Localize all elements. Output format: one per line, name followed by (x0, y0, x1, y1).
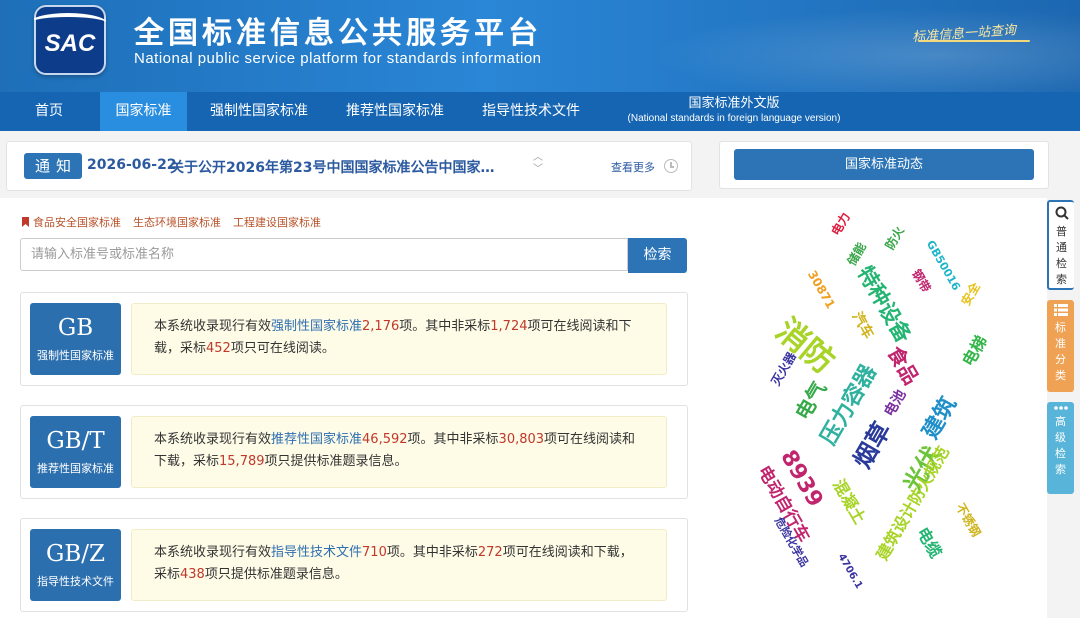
card-type-label: 指导性技术文件 (37, 575, 114, 588)
side-tab-classification[interactable]: 标准分类 (1047, 300, 1074, 392)
keyword[interactable]: 食品 (882, 340, 927, 389)
nav-recommended-standards[interactable]: 推荐性国家标准 (333, 92, 457, 131)
keyword[interactable]: 钢带 (908, 266, 935, 295)
desc-count: 1,724 (490, 319, 528, 334)
desc-text: 项。其中非采标 (386, 545, 478, 560)
logo-text: SAC (44, 30, 96, 57)
desc-type-link[interactable]: 强制性国家标准 (271, 319, 362, 334)
search-button[interactable]: 检索 (628, 238, 687, 273)
card-badge[interactable]: GB/Z 指导性技术文件 (30, 529, 121, 601)
main-nav: 首页 国家标准 强制性国家标准 推荐性国家标准 指导性技术文件 国家标准外文版 … (0, 92, 1080, 131)
standard-card-gb[interactable]: GB 强制性国家标准 本系统收录现行有效强制性国家标准2,176项。其中非采标1… (20, 292, 688, 386)
link-food-safety[interactable]: 食品安全国家标准 (33, 216, 121, 229)
desc-count: 272 (477, 545, 503, 560)
desc-count: 15,789 (219, 454, 265, 469)
nav-national-standards[interactable]: 国家标准 (100, 92, 187, 131)
notice-date[interactable]: 2026-06-22 (87, 157, 177, 173)
desc-total: 46,592 (362, 432, 408, 447)
keyword[interactable]: 电力 (827, 209, 854, 238)
site-header: SAC 全国标准信息公共服务平台 National public service… (0, 0, 1080, 92)
keyword[interactable]: 混凝土 (828, 474, 873, 528)
card-description: 本系统收录现行有效指导性技术文件710项。其中非采标272项可在线阅读和下载，采… (131, 529, 667, 601)
standard-card-gbt[interactable]: GB/T 推荐性国家标准 本系统收录现行有效推荐性国家标准46,592项。其中非… (20, 405, 688, 499)
national-standard-news-button[interactable]: 国家标准动态 (734, 149, 1034, 180)
search-input[interactable] (21, 239, 621, 270)
desc-count: 438 (180, 567, 205, 582)
desc-text: 项只提供标准题录信息。 (264, 454, 408, 469)
desc-type-link[interactable]: 指导性技术文件 (271, 545, 362, 560)
card-code: GB/T (46, 428, 105, 454)
desc-count: 30,803 (498, 432, 545, 447)
clock-icon (664, 159, 678, 173)
keyword[interactable]: 电梯 (955, 330, 992, 370)
desc-text: 项。其中非采标 (407, 432, 499, 447)
link-eco-environment[interactable]: 生态环境国家标准 (133, 216, 221, 229)
nav-mandatory-standards[interactable]: 强制性国家标准 (197, 92, 321, 131)
list-icon (1053, 304, 1068, 316)
side-tab-basic-search[interactable]: 普通检索 (1047, 200, 1074, 290)
hot-keywords-cloud: 电力 储能 防火 GB50016 30871 特种设备 钢带 安全 消防 汽车 … (745, 210, 1045, 610)
side-tab-advanced-search[interactable]: 高级检索 (1047, 402, 1074, 494)
nav-foreign-cn: 国家标准外文版 (688, 96, 780, 111)
notice-bar: 通知 2026-06-22 关于公开2026年第23号中国国家标准公告中国家… … (6, 141, 692, 191)
notice-headline[interactable]: 关于公开2026年第23号中国国家标准公告中国家… (170, 157, 500, 177)
site-subtitle: National public service platform for sta… (134, 50, 542, 67)
desc-total: 710 (362, 545, 387, 560)
desc-text: 本系统收录现行有效 (154, 432, 272, 447)
card-description: 本系统收录现行有效强制性国家标准2,176项。其中非采标1,724项可在线阅读和… (131, 303, 667, 375)
nav-guiding-documents[interactable]: 指导性技术文件 (468, 92, 594, 131)
keyword[interactable]: 电缆 (912, 522, 949, 562)
side-tab-label: 高级检索 (1055, 415, 1066, 476)
more-icon (1053, 406, 1068, 410)
keyword[interactable]: 电池 (879, 386, 910, 420)
slogan: 标准信息一站查询 (911, 23, 1017, 46)
keyword[interactable]: 4706.1 (835, 552, 864, 591)
side-tabs: 普通检索 标准分类 高级检索 (1047, 198, 1080, 618)
search-box (20, 238, 628, 271)
keyword[interactable]: 建筑 (913, 390, 963, 444)
card-code: GB/Z (45, 541, 105, 567)
side-tab-label: 普通检索 (1056, 225, 1067, 286)
card-badge[interactable]: GB/T 推荐性国家标准 (30, 416, 121, 488)
keyword[interactable]: 30871 (805, 268, 838, 311)
slogan-underline (918, 40, 1030, 42)
card-code: GB (57, 315, 94, 341)
quick-links: 食品安全国家标准 生态环境国家标准 工程建设国家标准 (22, 214, 333, 230)
view-more-link[interactable]: 查看更多 (611, 159, 655, 175)
keyword[interactable]: 储能 (843, 239, 870, 268)
card-description: 本系统收录现行有效推荐性国家标准46,592项。其中非采标30,803项可在线阅… (131, 416, 667, 488)
card-badge[interactable]: GB 强制性国家标准 (30, 303, 121, 375)
nav-home[interactable]: 首页 (16, 92, 82, 131)
notice-badge: 通知 (24, 153, 82, 179)
bookmark-icon (22, 217, 29, 227)
news-panel: 国家标准动态 (719, 141, 1049, 189)
desc-text: 本系统收录现行有效 (154, 545, 272, 560)
keyword[interactable]: 灭火器 (767, 349, 800, 389)
desc-type-link[interactable]: 推荐性国家标准 (271, 432, 362, 447)
desc-text: 项只提供标准题录信息。 (204, 567, 348, 582)
sac-logo[interactable]: SAC (34, 5, 106, 75)
card-type-label: 强制性国家标准 (37, 349, 114, 362)
desc-text: 项只可在线阅读。 (230, 341, 335, 356)
link-engineering[interactable]: 工程建设国家标准 (233, 216, 321, 229)
desc-text: 本系统收录现行有效 (154, 319, 272, 334)
nav-foreign-en: (National standards in foreign language … (627, 113, 841, 124)
search-icon (1055, 206, 1069, 220)
site-title: 全国标准信息公共服务平台 (134, 16, 542, 51)
keyword[interactable]: 不锈钢 (952, 500, 985, 540)
desc-total: 2,176 (362, 319, 400, 334)
desc-text: 项。其中非采标 (399, 319, 491, 334)
standard-card-gbz[interactable]: GB/Z 指导性技术文件 本系统收录现行有效指导性技术文件710项。其中非采标2… (20, 518, 688, 612)
side-tab-label: 标准分类 (1055, 321, 1066, 382)
keyword[interactable]: 防火 (881, 223, 908, 252)
nav-foreign-version[interactable]: 国家标准外文版 (National standards in foreign l… (612, 96, 856, 126)
desc-count: 452 (206, 341, 231, 356)
card-type-label: 推荐性国家标准 (37, 462, 114, 475)
scroll-arrows-icon[interactable]: ︿ ﹀ (531, 152, 545, 180)
